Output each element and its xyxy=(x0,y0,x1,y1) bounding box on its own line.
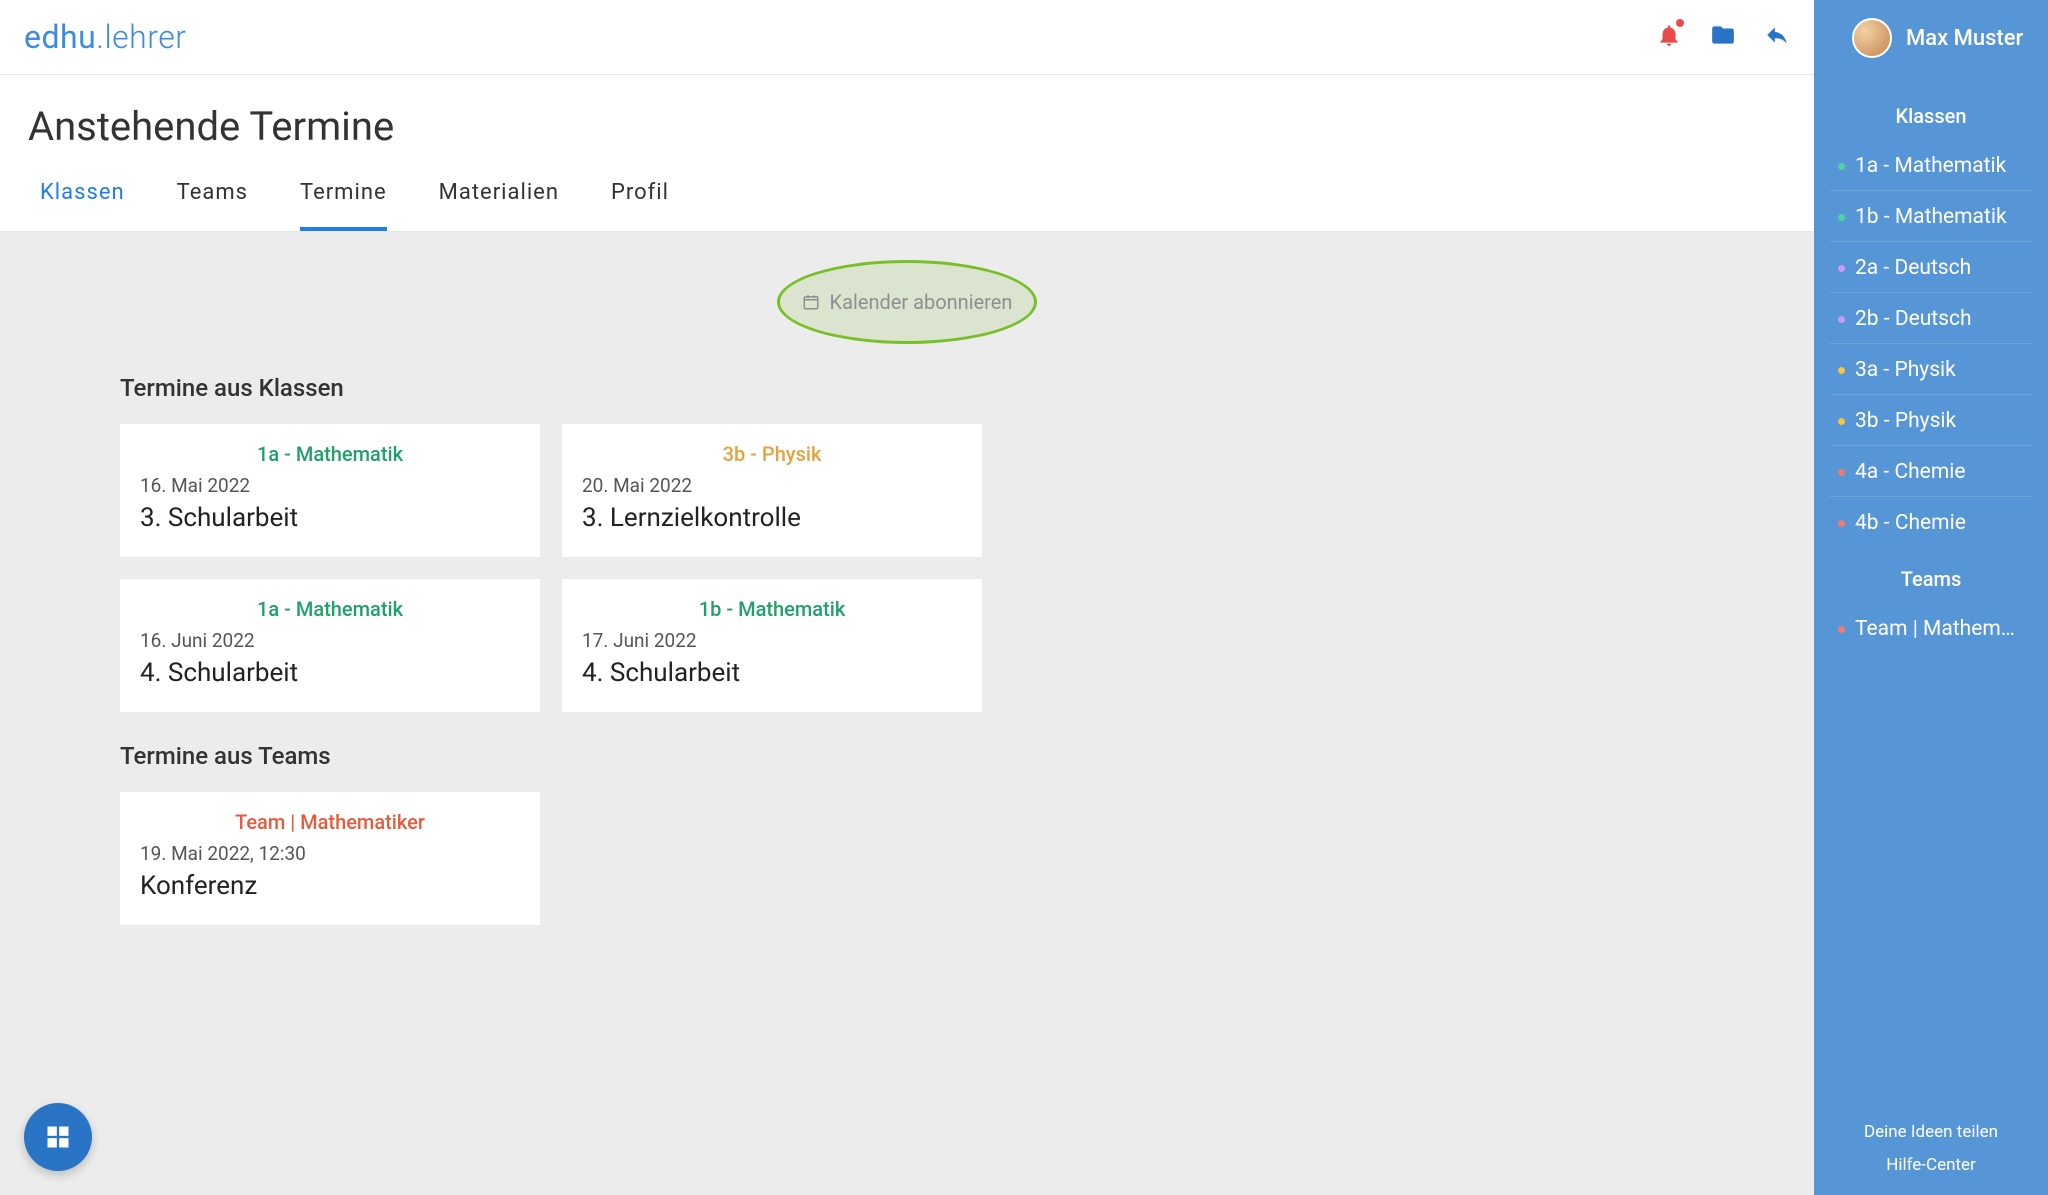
sidebar-klass-7[interactable]: 4b - Chemie xyxy=(1830,499,2032,547)
sidebar-klass-3[interactable]: 2b - Deutsch xyxy=(1830,295,2032,344)
sidebar-item-label: 3a - Physik xyxy=(1855,358,1956,382)
event-card-date: 19. Mai 2022, 12:30 xyxy=(140,842,520,865)
tab-materialien[interactable]: Materialien xyxy=(439,180,559,231)
event-card-class: 1a - Mathematik xyxy=(140,597,520,621)
event-card-class: 1b - Mathematik xyxy=(582,597,962,621)
color-dot-icon xyxy=(1838,214,1845,221)
event-card-date: 16. Mai 2022 xyxy=(140,474,520,497)
color-dot-icon xyxy=(1838,626,1845,633)
event-card-title: Konferenz xyxy=(140,871,520,901)
app-logo[interactable]: edhu.lehrer xyxy=(24,18,187,56)
sidebar-team-0[interactable]: Team | Mathem… xyxy=(1830,605,2032,653)
tab-bar: Klassen Teams Termine Materialien Profil xyxy=(0,160,1814,232)
notification-dot-icon xyxy=(1676,19,1684,27)
sidebar-heading-klassen: Klassen xyxy=(1830,104,2032,128)
logo-b: lehrer xyxy=(104,18,186,56)
sidebar-teams-list: Team | Mathem… xyxy=(1830,605,2032,653)
cards-klassen: 1a - Mathematik 16. Mai 2022 3. Schularbei… xyxy=(120,424,1694,712)
topbar: edhu.lehrer xyxy=(0,0,1814,75)
sidebar-item-label: 4b - Chemie xyxy=(1855,511,1966,535)
sidebar-item-label: 2b - Deutsch xyxy=(1855,307,1972,331)
tab-klassen[interactable]: Klassen xyxy=(40,180,125,231)
sidebar-item-label: Team | Mathem… xyxy=(1855,617,2015,641)
sidebar-klass-0[interactable]: 1a - Mathematik xyxy=(1830,142,2032,191)
event-card[interactable]: 1a - Mathematik 16. Mai 2022 3. Schularbei… xyxy=(120,424,540,557)
event-card[interactable]: 3b - Physik 20. Mai 2022 3. Lernzielkontro… xyxy=(562,424,982,557)
reply-icon[interactable] xyxy=(1764,22,1790,52)
event-card-title: 3. Schularbeit xyxy=(140,503,520,533)
color-dot-icon xyxy=(1838,418,1845,425)
sidebar-hilfe-link[interactable]: Hilfe-Center xyxy=(1830,1149,2032,1181)
section-heading-klassen: Termine aus Klassen xyxy=(120,374,1694,402)
event-card-class: 1a - Mathematik xyxy=(140,442,520,466)
event-card-date: 20. Mai 2022 xyxy=(582,474,962,497)
event-card-class: 3b - Physik xyxy=(582,442,962,466)
color-dot-icon xyxy=(1838,367,1845,374)
event-card-date: 16. Juni 2022 xyxy=(140,629,520,652)
logo-a: edhu xyxy=(24,18,96,56)
tab-teams[interactable]: Teams xyxy=(177,180,248,231)
sidebar-klassen-list: 1a - Mathematik 1b - Mathematik 2a - Deuts… xyxy=(1830,142,2032,547)
sidebar-klass-1[interactable]: 1b - Mathematik xyxy=(1830,193,2032,242)
sidebar-item-label: 2a - Deutsch xyxy=(1855,256,1971,280)
grid-icon xyxy=(44,1123,72,1151)
sidebar-klass-2[interactable]: 2a - Deutsch xyxy=(1830,244,2032,293)
sidebar-username: Max Muster xyxy=(1906,26,2023,51)
event-card-date: 17. Juni 2022 xyxy=(582,629,962,652)
color-dot-icon xyxy=(1838,469,1845,476)
notifications-icon[interactable] xyxy=(1656,22,1682,52)
sidebar-heading-teams: Teams xyxy=(1830,567,2032,591)
sidebar-klass-5[interactable]: 3b - Physik xyxy=(1830,397,2032,446)
event-card[interactable]: 1b - Mathematik 17. Juni 2022 4. Schularbe… xyxy=(562,579,982,712)
sidebar-klass-4[interactable]: 3a - Physik xyxy=(1830,346,2032,395)
page-title: Anstehende Termine xyxy=(28,103,1786,150)
section-heading-teams: Termine aus Teams xyxy=(120,742,1694,770)
tab-termine[interactable]: Termine xyxy=(300,180,387,231)
event-card[interactable]: 1a - Mathematik 16. Juni 2022 4. Schularbe… xyxy=(120,579,540,712)
event-card[interactable]: Team | Mathematiker 19. Mai 2022, 12:30 Ko… xyxy=(120,792,540,925)
subscribe-calendar-button[interactable]: Kalender abonnieren xyxy=(777,260,1037,344)
color-dot-icon xyxy=(1838,520,1845,527)
event-card-title: 3. Lernzielkontrolle xyxy=(582,503,962,533)
event-card-title: 4. Schularbeit xyxy=(140,658,520,688)
sidebar: Max Muster Klassen 1a - Mathematik 1b - M… xyxy=(1814,0,2048,1195)
sidebar-item-label: 1a - Mathematik xyxy=(1855,154,2006,178)
sidebar-item-label: 1b - Mathematik xyxy=(1855,205,2007,229)
folder-icon[interactable] xyxy=(1710,22,1736,52)
color-dot-icon xyxy=(1838,265,1845,272)
calendar-icon xyxy=(802,293,820,311)
sidebar-footer: Deine Ideen teilen Hilfe-Center xyxy=(1830,1116,2032,1181)
sidebar-klass-6[interactable]: 4a - Chemie xyxy=(1830,448,2032,497)
sidebar-user[interactable]: Max Muster xyxy=(1852,18,2032,58)
cards-teams: Team | Mathematiker 19. Mai 2022, 12:30 Ko… xyxy=(120,792,1694,925)
avatar xyxy=(1852,18,1892,58)
page-heading-row: Anstehende Termine xyxy=(0,75,1814,160)
apps-fab-button[interactable] xyxy=(24,1103,92,1171)
sidebar-item-label: 3b - Physik xyxy=(1855,409,1956,433)
event-card-class: Team | Mathematiker xyxy=(140,810,520,834)
sidebar-ideen-link[interactable]: Deine Ideen teilen xyxy=(1830,1116,2032,1148)
color-dot-icon xyxy=(1838,316,1845,323)
event-card-title: 4. Schularbeit xyxy=(582,658,962,688)
color-dot-icon xyxy=(1838,163,1845,170)
subscribe-calendar-label: Kalender abonnieren xyxy=(830,290,1013,314)
sidebar-item-label: 4a - Chemie xyxy=(1855,460,1965,484)
tab-profil[interactable]: Profil xyxy=(611,180,669,231)
